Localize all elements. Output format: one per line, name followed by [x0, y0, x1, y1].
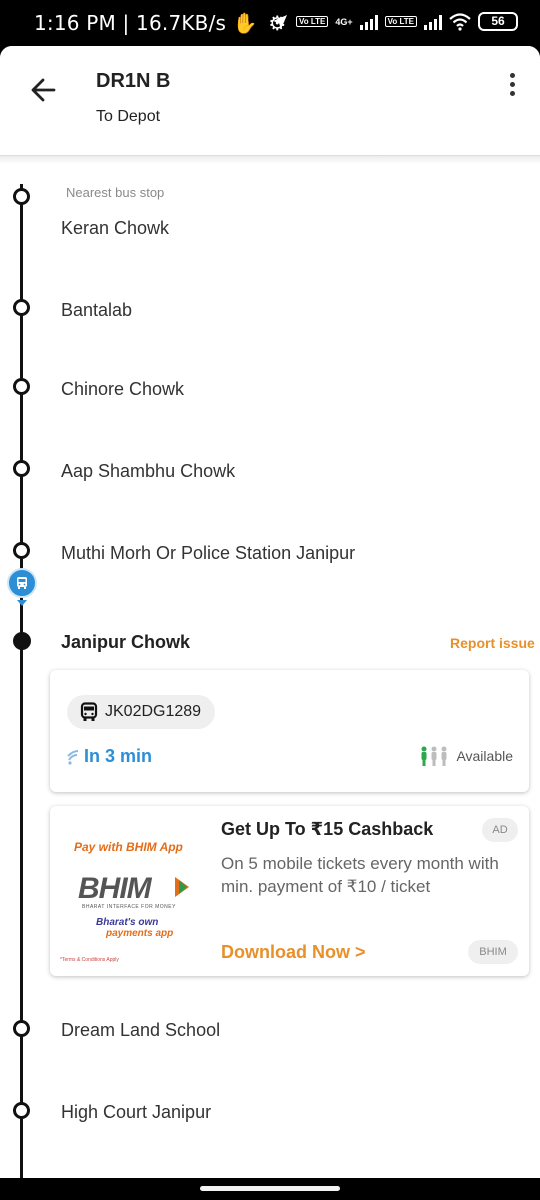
volte-icon-1: Vo LTE: [295, 16, 329, 27]
home-gesture-handle[interactable]: [200, 1186, 340, 1191]
ad-tagline-line-2: payments app: [106, 928, 174, 939]
hand-icon: ✋: [232, 11, 258, 35]
vehicle-plate: JK02DG1289: [105, 703, 202, 720]
ad-image: Pay with BHIM App BHIM BHARAT INTERFACE …: [50, 806, 210, 976]
nearest-stop-caption: Nearest bus stop: [66, 185, 165, 200]
status-time-text: 1:16 PM | 16.7KB/s: [34, 11, 227, 35]
header: DR1N B To Depot: [0, 46, 540, 156]
report-issue-link[interactable]: Report issue: [450, 635, 535, 651]
stop-item[interactable]: Chinore Chowk: [61, 379, 184, 400]
signal-icon-2: [424, 14, 442, 30]
bus-icon: [80, 702, 98, 721]
more-vert-icon-dot: [510, 91, 515, 96]
stop-item[interactable]: High Court Janipur: [61, 1102, 211, 1123]
arrow-left-icon: [31, 78, 56, 102]
location-arrow-icon: [272, 14, 287, 29]
status-time: 1:16 PM | 16.7KB/s ✋ ⚙: [34, 11, 287, 35]
eta-text: In 3 min: [84, 746, 153, 766]
vehicle-plate-chip: JK02DG1289: [67, 695, 216, 729]
stop-item[interactable]: Bantalab: [61, 300, 132, 321]
more-options-button[interactable]: [498, 70, 526, 98]
app-screen: DR1N B To Depot Nearest bus stop Keran C…: [0, 46, 540, 1178]
ad-banner[interactable]: Pay with BHIM App BHIM BHARAT INTERFACE …: [50, 806, 529, 976]
route-direction: To Depot: [96, 108, 161, 125]
system-nav-bar: [0, 1178, 540, 1200]
stop-marker: [13, 460, 30, 477]
route-title: DR1N B: [96, 70, 171, 92]
header-divider: [0, 156, 540, 164]
back-button[interactable]: [24, 70, 64, 110]
ad-download-button[interactable]: Download Now >: [221, 942, 366, 963]
stop-marker: [13, 1102, 30, 1119]
signal-icon-1: [359, 14, 378, 30]
bhim-logo-mark: [175, 877, 189, 897]
current-stop-marker: [13, 632, 31, 650]
stop-item[interactable]: Aap Shambhu Chowk: [61, 461, 235, 482]
stop-marker: [13, 542, 30, 559]
stop-marker: [13, 378, 30, 395]
occupancy-status: Available: [420, 746, 513, 766]
eta: In 3 min: [66, 746, 152, 767]
status-icons: Vo LTE 4G+ Vo LTE 56: [271, 12, 518, 31]
volte-icon-2: Vo LTE: [384, 16, 417, 27]
bus-icon: [17, 577, 27, 589]
ad-tagline-line-1: Bharat's own: [96, 917, 159, 928]
stop-marker: [13, 188, 30, 205]
bus-arrival-card[interactable]: JK02DG1289 In 3 min Available: [50, 670, 529, 792]
ad-pay-with-text: Pay with BHIM App: [74, 840, 183, 854]
bhim-logo: BHIM: [78, 872, 152, 905]
stop-marker: [13, 1020, 30, 1037]
current-stop-item[interactable]: Janipur Chowk: [61, 632, 190, 653]
wifi-icon: [449, 12, 471, 31]
occupancy-people-icon: [421, 746, 447, 766]
ad-body: On 5 mobile tickets every month with min…: [221, 854, 499, 896]
ad-terms: *Terms & Conditions Apply: [60, 957, 119, 963]
stop-item[interactable]: Muthi Morh Or Police Station Janipur: [61, 543, 355, 564]
status-bar: 1:16 PM | 16.7KB/s ✋ ⚙ Vo LTE 4G+ Vo LTE…: [0, 0, 540, 46]
stop-item[interactable]: Keran Chowk: [61, 218, 169, 239]
ad-brand-chip: BHIM: [468, 940, 518, 964]
more-vert-icon-dot: [510, 82, 515, 87]
live-signal-icon: [67, 749, 79, 765]
availability-text: Available: [456, 748, 513, 764]
battery-icon: 56: [478, 12, 518, 31]
ad-title: Get Up To ₹15 Cashback: [221, 819, 434, 839]
network-type-label: 4G+: [335, 16, 353, 27]
ad-badge: AD: [482, 818, 518, 842]
live-bus-marker[interactable]: [7, 568, 37, 598]
bus-marker-pointer: [17, 600, 27, 606]
stop-item[interactable]: Dream Land School: [61, 1020, 220, 1041]
ad-tagline: Bharat's own payments app: [96, 917, 173, 939]
stop-marker: [13, 299, 30, 316]
more-vert-icon: [510, 73, 515, 78]
bhim-logo-subtext: BHARAT INTERFACE FOR MONEY: [82, 904, 176, 910]
